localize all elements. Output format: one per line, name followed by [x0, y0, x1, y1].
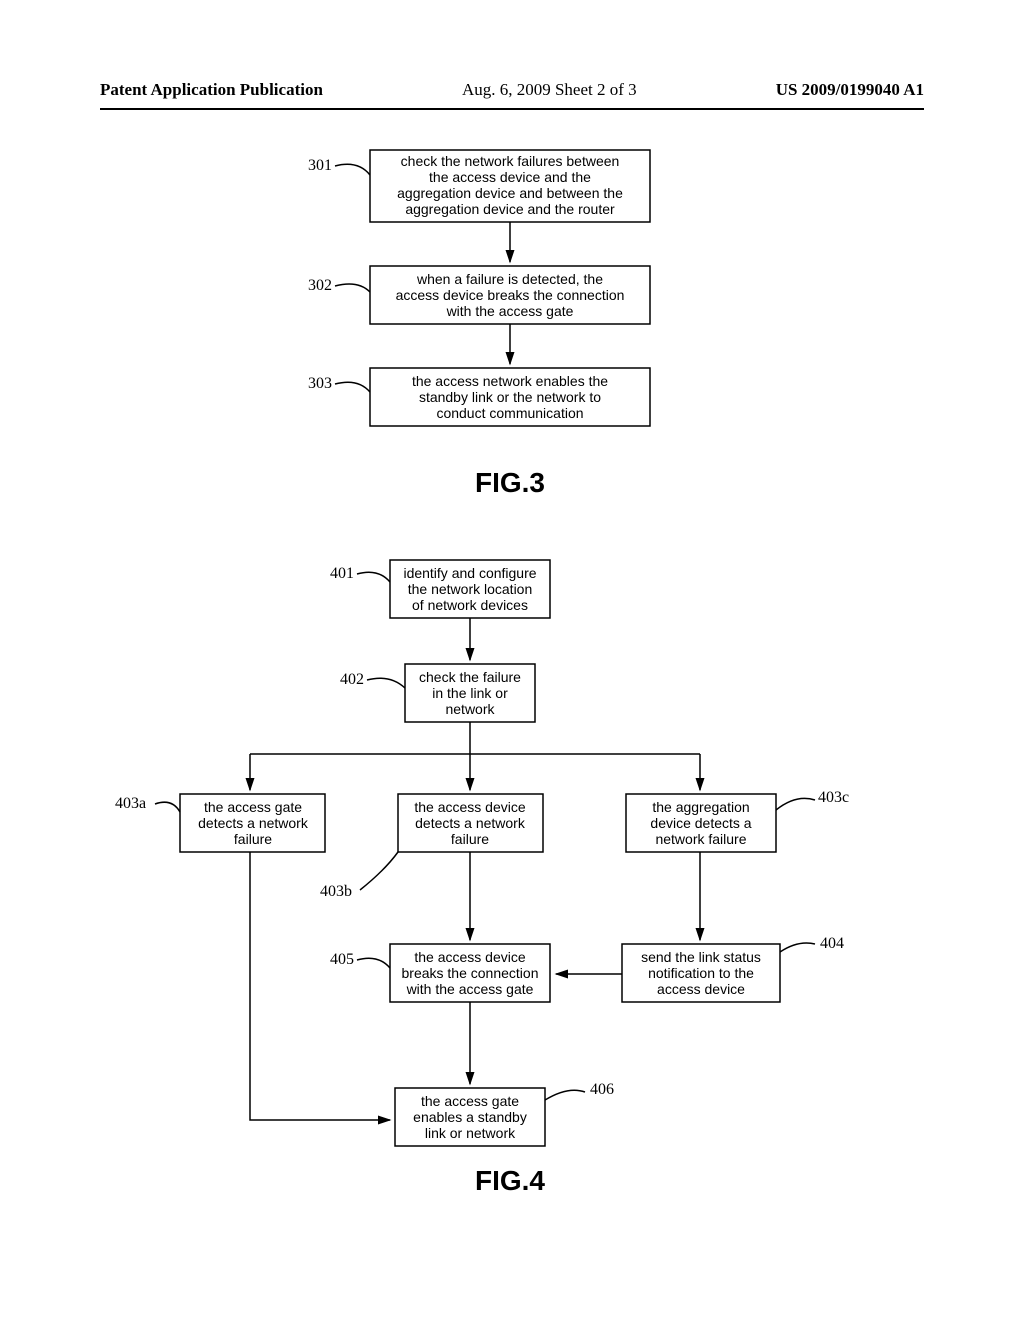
- fig4-leader-403c: [776, 798, 815, 810]
- fig4-box-404-line1: send the link status: [641, 949, 761, 965]
- fig4-box-406-line2: enables a standby: [413, 1109, 527, 1125]
- fig4-ref-403b: 403b: [320, 883, 352, 900]
- fig4-box-402-line2: in the link or: [432, 685, 508, 701]
- fig4-leader-404: [780, 943, 815, 952]
- fig4-box-403a-line1: the access gate: [204, 799, 302, 815]
- fig3-box-301-line2: the access device and the: [429, 169, 591, 185]
- fig4-box-403c-line3: network failure: [655, 831, 746, 847]
- fig3-box-301-line4: aggregation device and the router: [405, 201, 615, 217]
- header-right: US 2009/0199040 A1: [776, 80, 924, 100]
- fig4-ref-406: 406: [590, 1081, 614, 1098]
- header-left: Patent Application Publication: [100, 80, 323, 100]
- fig3-box-303-line3: conduct communication: [436, 405, 583, 421]
- fig3-box-302-line3: with the access gate: [446, 303, 574, 319]
- page-header: Patent Application Publication Aug. 6, 2…: [100, 80, 924, 100]
- fig3-ref-303: 303: [308, 375, 332, 392]
- fig4-box-405-line3: with the access gate: [406, 981, 534, 997]
- fig4-ref-405: 405: [330, 951, 354, 968]
- fig3-ref-301: 301: [308, 157, 332, 174]
- fig4-box-403c-line1: the aggregation: [652, 799, 749, 815]
- fig4-box-403b-line2: detects a network: [415, 815, 526, 831]
- fig4-box-401-line2: the network location: [408, 581, 533, 597]
- fig3-leader-302: [335, 284, 370, 292]
- fig4-box-405-line2: breaks the connection: [402, 965, 539, 981]
- fig4-box-405-line1: the access device: [414, 949, 525, 965]
- fig4-ref-403c: 403c: [818, 789, 849, 806]
- fig4-box-403b-line3: failure: [451, 831, 489, 847]
- fig4-box-401-line1: identify and configure: [403, 565, 536, 581]
- fig4-box-402-line1: check the failure: [419, 669, 521, 685]
- fig4-box-404-line3: access device: [657, 981, 745, 997]
- diagram-canvas: check the network failures between the a…: [0, 140, 1024, 1300]
- fig3-box-302-line2: access device breaks the connection: [396, 287, 625, 303]
- header-rule: [100, 108, 924, 110]
- fig4-leader-403a: [155, 802, 180, 812]
- fig4-leader-401: [357, 572, 390, 582]
- fig3-box-302-line1: when a failure is detected, the: [416, 271, 603, 287]
- fig4-box-401-line3: of network devices: [412, 597, 528, 613]
- fig4-box-404-line2: notification to the: [648, 965, 754, 981]
- fig3-leader-303: [335, 382, 370, 392]
- fig4-box-403b-line1: the access device: [414, 799, 525, 815]
- fig4-ref-404: 404: [820, 935, 844, 952]
- fig4-leader-405: [357, 958, 390, 968]
- fig3-box-301-line1: check the network failures between: [401, 153, 620, 169]
- fig4-caption: FIG.4: [475, 1165, 545, 1196]
- fig3-leader-301: [335, 164, 370, 175]
- fig4-leader-402: [367, 678, 405, 688]
- fig3-box-303-line2: standby link or the network to: [419, 389, 601, 405]
- fig4-box-403a-line2: detects a network: [198, 815, 309, 831]
- fig4-ref-402: 402: [340, 671, 364, 688]
- header-center: Aug. 6, 2009 Sheet 2 of 3: [462, 80, 637, 100]
- fig4-box-406-line1: the access gate: [421, 1093, 519, 1109]
- fig4-box-403a-line3: failure: [234, 831, 272, 847]
- fig4-leader-406: [545, 1090, 585, 1100]
- fig3-ref-302: 302: [308, 277, 332, 294]
- fig4-leader-403b: [360, 852, 398, 890]
- fig4-box-403c-line2: device detects a: [650, 815, 751, 831]
- fig3-box-301-line3: aggregation device and between the: [397, 185, 623, 201]
- fig4-ref-403a: 403a: [115, 795, 146, 812]
- fig4-box-406-line3: link or network: [425, 1125, 516, 1141]
- fig3-box-303-line1: the access network enables the: [412, 373, 608, 389]
- fig3-caption: FIG.3: [475, 467, 545, 498]
- fig4-box-402-line3: network: [445, 701, 495, 717]
- fig4-ref-401: 401: [330, 565, 354, 582]
